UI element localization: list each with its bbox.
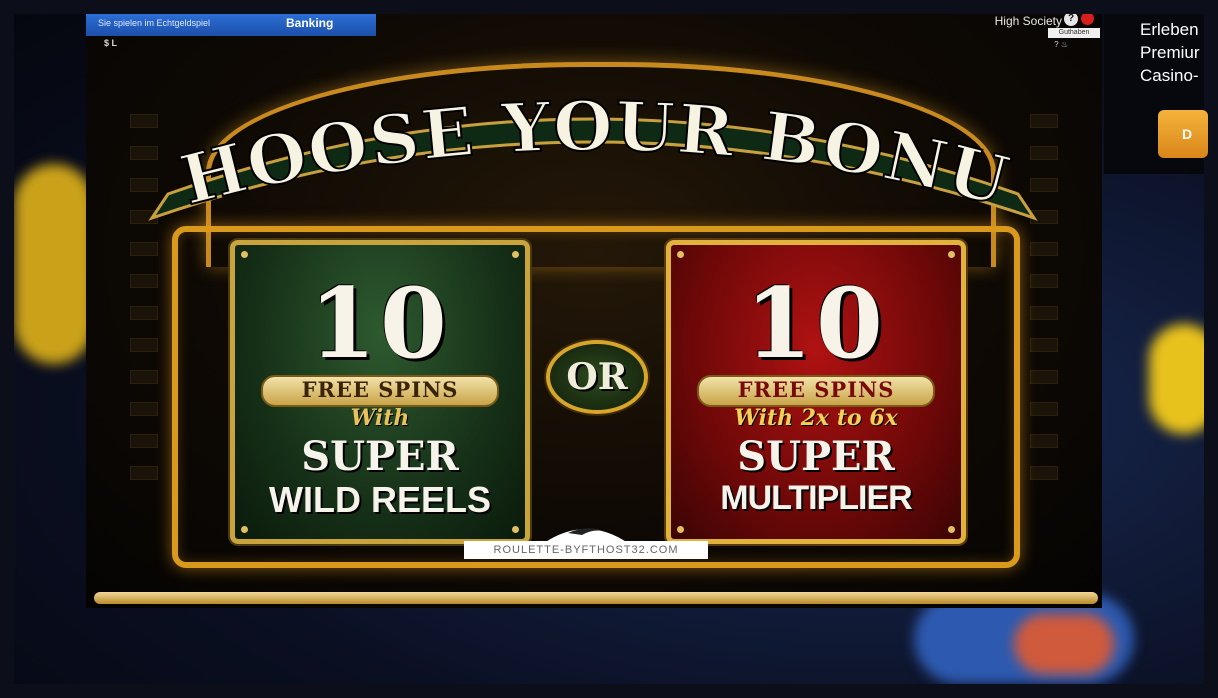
background-blur-yellow bbox=[14, 164, 94, 364]
feature-line2: WILD REELS bbox=[269, 479, 491, 520]
side-ad-line3: Casino- bbox=[1140, 66, 1199, 85]
side-ad-line2: Premiur bbox=[1140, 43, 1200, 62]
background-blur-yellow-right bbox=[1149, 324, 1204, 434]
side-ad-text: Erleben Premiur Casino- bbox=[1140, 18, 1200, 87]
game-window: Sie spielen im Echtgeldspiel Banking $ L… bbox=[86, 14, 1102, 608]
watermark-text: ROULETTE-BYFTHOST32.COM bbox=[464, 541, 708, 559]
watermark-logo-icon bbox=[544, 528, 628, 543]
spins-count: 10 bbox=[745, 267, 887, 380]
rivet bbox=[241, 526, 248, 533]
with-label: With 2x to 6x bbox=[734, 405, 898, 431]
bonus-option-multiplier[interactable]: 10 FREE SPINS With 2x to 6x SUPER MULTIP… bbox=[666, 240, 966, 544]
side-ad-button[interactable]: D bbox=[1158, 110, 1208, 158]
banking-button[interactable]: Banking bbox=[286, 16, 333, 30]
bottom-progress-bar bbox=[94, 592, 1098, 604]
background-blur-face bbox=[1014, 614, 1114, 674]
balance-badge: Guthaben bbox=[1048, 28, 1100, 38]
free-spins-label-bar: FREE SPINS bbox=[697, 375, 935, 407]
free-spins-label-bar: FREE SPINS bbox=[261, 375, 499, 407]
feature-line2: MULTIPLIER bbox=[720, 479, 912, 517]
real-money-bar: Sie spielen im Echtgeldspiel Banking bbox=[86, 14, 376, 36]
watermark: ROULETTE-BYFTHOST32.COM bbox=[464, 519, 708, 559]
feature-line1: SUPER bbox=[737, 433, 895, 480]
brand-title: High Society bbox=[994, 14, 1062, 28]
rivet bbox=[512, 251, 519, 258]
or-badge: OR bbox=[546, 340, 648, 414]
rivet bbox=[677, 251, 684, 258]
spins-count: 10 bbox=[309, 267, 451, 380]
rivet bbox=[241, 251, 248, 258]
coins-indicator: $ L bbox=[104, 38, 118, 48]
close-icon[interactable] bbox=[1081, 14, 1094, 25]
rivet bbox=[948, 251, 955, 258]
free-spins-label: FREE SPINS bbox=[301, 377, 459, 402]
real-money-text: Sie spielen im Echtgeldspiel bbox=[98, 18, 211, 28]
banner-svg: CHOOSE YOUR BONUS bbox=[109, 32, 1038, 224]
settings-icons[interactable]: ? ♨ bbox=[1054, 40, 1068, 49]
rivet bbox=[948, 526, 955, 533]
bonus-option-wild-reels[interactable]: 10 FREE SPINS With SUPER WILD REELS bbox=[230, 240, 530, 544]
free-spins-label: FREE SPINS bbox=[737, 377, 895, 402]
side-ad-line1: Erleben bbox=[1140, 20, 1199, 39]
feature-line1: SUPER bbox=[301, 433, 459, 480]
help-icon[interactable]: ? bbox=[1064, 14, 1078, 26]
bonus-banner: CHOOSE YOUR BONUS bbox=[109, 32, 1048, 224]
banner-title: CHOOSE YOUR BONUS bbox=[138, 96, 1018, 221]
with-label: With bbox=[350, 405, 410, 431]
